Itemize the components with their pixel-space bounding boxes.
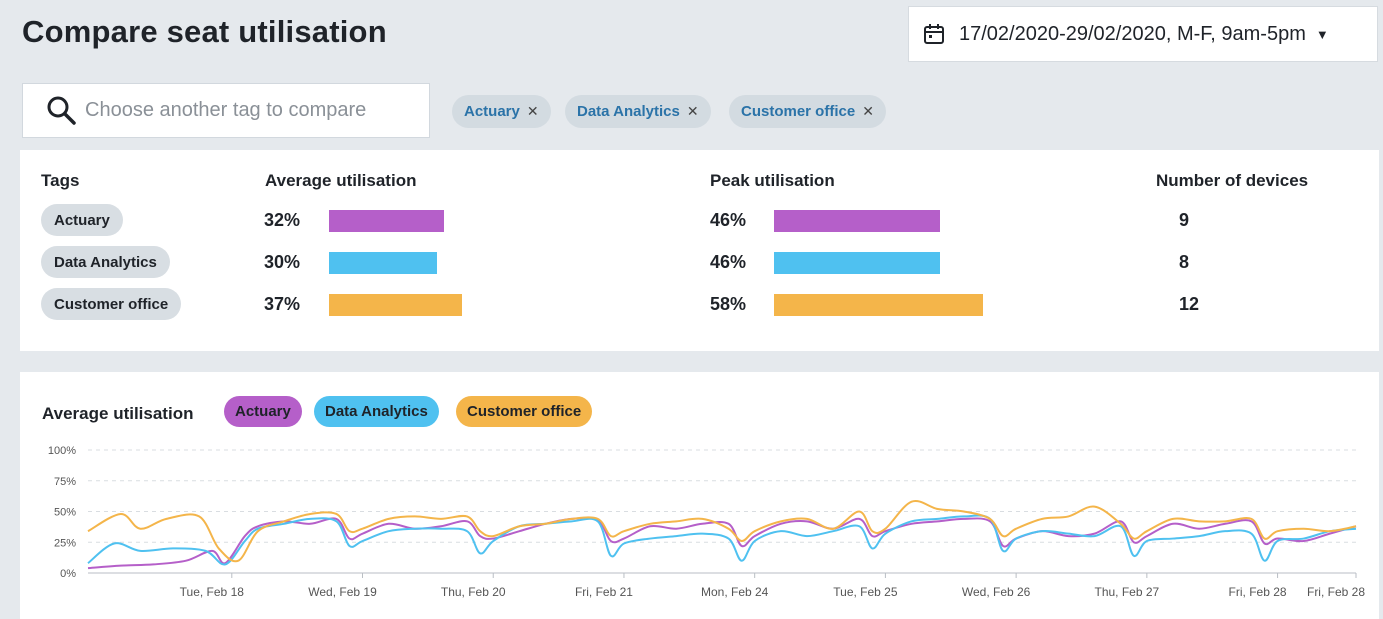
peak-bar <box>774 294 983 316</box>
x-tick-label: Tue, Feb 25 <box>833 585 898 599</box>
x-tick-label: Fri, Feb 28 <box>1229 585 1287 599</box>
peak-value: 46% <box>710 210 747 230</box>
chip-label: Actuary <box>464 103 520 120</box>
summary-table: Tags Average utilisation Peak utilisatio… <box>20 150 1379 351</box>
y-tick-label: 50% <box>54 507 76 519</box>
column-header-peak: Peak utilisation <box>710 171 835 190</box>
x-tick-label: Mon, Feb 24 <box>701 585 769 599</box>
chevron-down-icon: ▼ <box>1315 26 1329 42</box>
remove-tag-icon[interactable]: ✕ <box>527 103 539 120</box>
peak-bar <box>774 252 940 274</box>
device-count: 9 <box>1179 210 1190 230</box>
column-header-devices: Number of devices <box>1156 171 1309 190</box>
x-tick-label: Wed, Feb 19 <box>308 585 377 599</box>
y-tick-label: 25% <box>54 537 76 549</box>
column-header-tags: Tags <box>41 171 80 190</box>
average-bar <box>329 294 463 316</box>
y-tick-label: 100% <box>48 445 76 457</box>
x-tick-label: Wed, Feb 26 <box>962 585 1031 599</box>
x-tick-label: Thu, Feb 27 <box>1094 585 1159 599</box>
average-value: 30% <box>264 252 301 272</box>
selected-tag-chip: Customer office ✕ <box>729 95 886 128</box>
line-chart: 100% 75% 50% 25% 0% Tue, Feb 18 Wed, Feb 19 Thu… <box>48 445 1365 599</box>
selected-tag-chip: Actuary ✕ <box>452 95 551 128</box>
average-bar <box>329 210 445 232</box>
date-range-label: 17/02/2020-29/02/2020, M-F, 9am-5pm <box>959 22 1306 45</box>
peak-value: 46% <box>710 252 747 272</box>
selected-tag-chip: Data Analytics ✕ <box>565 95 711 128</box>
average-value: 37% <box>264 294 301 314</box>
chip-label: Customer office <box>741 103 856 120</box>
x-tick-label: Fri, Feb 21 <box>575 585 633 599</box>
peak-bar <box>774 210 940 232</box>
x-tick-label: Tue, Feb 18 <box>180 585 245 599</box>
remove-tag-icon[interactable]: ✕ <box>862 103 874 120</box>
device-count: 8 <box>1179 252 1190 272</box>
row-tag-pill[interactable]: Actuary <box>41 204 123 236</box>
chip-label: Data Analytics <box>577 103 680 120</box>
device-count: 12 <box>1179 294 1200 314</box>
y-tick-label: 0% <box>60 568 76 580</box>
tag-search[interactable] <box>22 83 430 138</box>
x-tick-label: Thu, Feb 20 <box>441 585 506 599</box>
search-input[interactable] <box>85 99 415 122</box>
remove-tag-icon[interactable]: ✕ <box>687 103 699 120</box>
date-range-picker[interactable]: 17/02/2020-29/02/2020, M-F, 9am-5pm ▼ <box>908 6 1378 62</box>
y-tick-label: 75% <box>54 476 76 488</box>
page-title: Compare seat utilisation <box>22 14 387 49</box>
series-line-customer-office <box>87 499 1357 563</box>
search-icon <box>47 96 76 125</box>
row-tag-pill[interactable]: Data Analytics <box>41 246 170 278</box>
x-tick-label: Fri, Feb 28 <box>1307 585 1365 599</box>
row-tag-pill[interactable]: Customer office <box>41 288 182 320</box>
calendar-icon <box>924 24 944 44</box>
column-header-average: Average utilisation <box>265 171 417 190</box>
average-bar <box>329 252 437 274</box>
average-value: 32% <box>264 210 301 230</box>
utilisation-chart-card: Average utilisation Actuary Data Analyti… <box>20 372 1379 619</box>
peak-value: 58% <box>710 294 747 314</box>
